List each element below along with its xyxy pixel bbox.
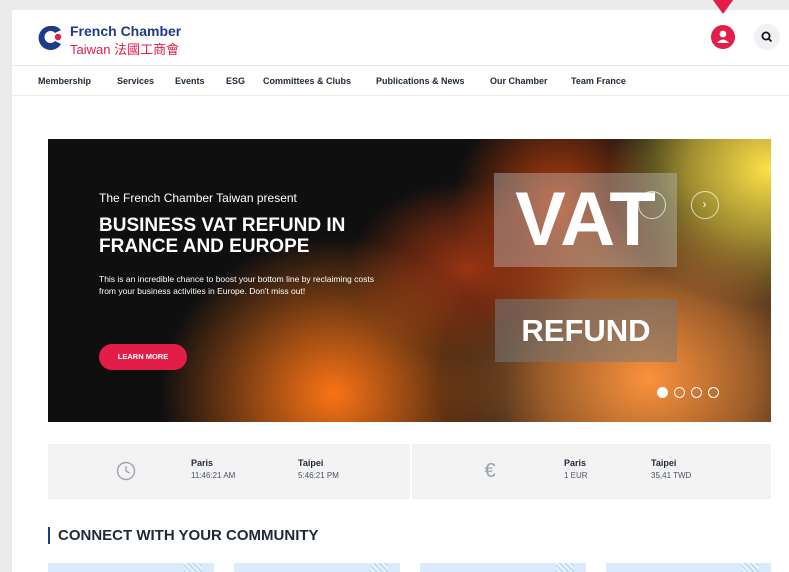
card-pattern bbox=[370, 563, 388, 572]
main-nav: Membership Services Events ESG Committee… bbox=[12, 70, 789, 96]
section-title: CONNECT WITH YOUR COMMUNITY bbox=[58, 527, 319, 544]
time-city-paris: Paris bbox=[191, 458, 214, 468]
currency-strip: € Paris 1 EUR Taipei 35,41 TWD bbox=[412, 444, 771, 499]
currency-value-taipei: 35,41 TWD bbox=[651, 471, 692, 480]
carousel-dot-3[interactable] bbox=[691, 387, 702, 398]
chevron-right-icon: › bbox=[702, 197, 707, 211]
currency-value-paris: 1 EUR bbox=[564, 471, 588, 480]
nav-item-services[interactable]: Services bbox=[117, 76, 154, 86]
carousel-dot-4[interactable] bbox=[708, 387, 719, 398]
nav-item-our-chamber[interactable]: Our Chamber bbox=[490, 76, 548, 86]
chamber-logo-mark bbox=[38, 25, 62, 50]
refund-graphic-text: REFUND bbox=[495, 299, 677, 362]
nav-item-committees-clubs[interactable]: Committees & Clubs bbox=[263, 76, 351, 86]
vat-graphic-text: VAT bbox=[494, 173, 677, 267]
section-title-accent bbox=[48, 527, 50, 544]
page: French Chamber Taiwan 法國工商會 Membership S… bbox=[12, 0, 789, 572]
card-pattern bbox=[741, 563, 759, 572]
community-card[interactable] bbox=[48, 563, 214, 572]
currency-city-paris: Paris bbox=[564, 458, 587, 468]
logo-subtitle: Taiwan 法國工商會 bbox=[70, 42, 180, 57]
card-pattern bbox=[556, 563, 574, 572]
user-account-button[interactable] bbox=[711, 25, 735, 49]
time-value-taipei: 5:46:21 PM bbox=[298, 471, 339, 480]
nav-item-esg[interactable]: ESG bbox=[226, 76, 245, 86]
french-chamber-logo[interactable]: French Chamber Taiwan 法國工商會 bbox=[36, 22, 206, 57]
user-icon bbox=[717, 30, 729, 43]
community-card[interactable] bbox=[606, 563, 771, 572]
euro-icon: € bbox=[484, 460, 496, 482]
card-pattern bbox=[184, 563, 202, 572]
logo-title: French Chamber bbox=[70, 23, 182, 39]
nav-item-membership[interactable]: Membership bbox=[38, 76, 91, 86]
learn-more-button[interactable]: LEARN MORE bbox=[99, 344, 187, 370]
carousel-dot-1[interactable] bbox=[657, 387, 668, 398]
hero-title: BUSINESS VAT REFUND IN FRANCE AND EUROPE bbox=[99, 215, 346, 257]
nav-item-events[interactable]: Events bbox=[175, 76, 205, 86]
search-icon bbox=[761, 31, 773, 43]
hero-carousel: The French Chamber Taiwan present BUSINE… bbox=[48, 139, 771, 422]
hero-body: This is an incredible chance to boost yo… bbox=[99, 274, 374, 296]
nav-item-team-france[interactable]: Team France bbox=[571, 76, 626, 86]
carousel-prev-button[interactable] bbox=[638, 191, 666, 219]
community-card[interactable] bbox=[234, 563, 400, 572]
search-button[interactable] bbox=[754, 24, 780, 50]
time-value-paris: 11:46:21 AM bbox=[191, 471, 236, 480]
carousel-dot-2[interactable] bbox=[674, 387, 685, 398]
community-card[interactable] bbox=[420, 563, 586, 572]
site-header: French Chamber Taiwan 法國工商會 bbox=[12, 0, 789, 66]
hero-kicker: The French Chamber Taiwan present bbox=[99, 191, 297, 205]
time-city-taipei: Taipei bbox=[298, 458, 324, 468]
carousel-next-button[interactable]: › bbox=[691, 191, 719, 219]
currency-city-taipei: Taipei bbox=[651, 458, 677, 468]
clock-icon bbox=[116, 461, 136, 481]
nav-item-publications-news[interactable]: Publications & News bbox=[376, 76, 465, 86]
time-strip: Paris 11:46:21 AM Taipei 5:46:21 PM bbox=[48, 444, 410, 499]
pointer-marker-icon bbox=[712, 0, 734, 14]
carousel-dots bbox=[657, 387, 721, 399]
